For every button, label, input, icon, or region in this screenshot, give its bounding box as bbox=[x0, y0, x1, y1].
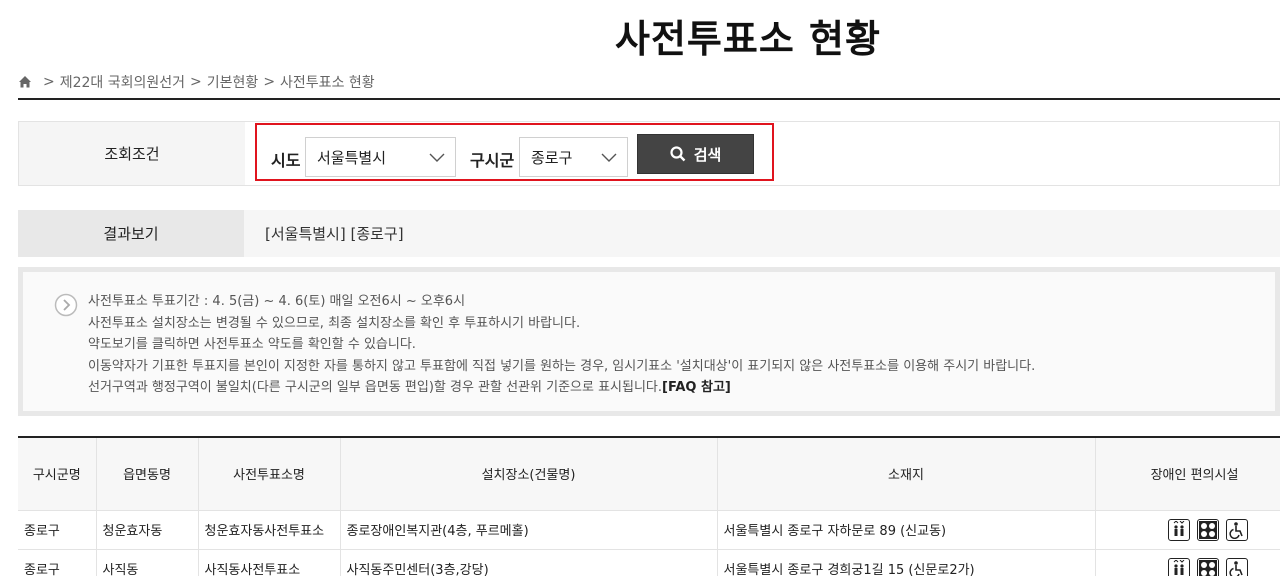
sido-select[interactable]: 서울특별시 bbox=[305, 137, 456, 177]
cell-dong: 청운효자동 bbox=[96, 510, 199, 550]
cell-facilities bbox=[1095, 549, 1280, 576]
sido-label: 시도 bbox=[271, 151, 301, 170]
cell-sigungu: 종로구 bbox=[18, 510, 97, 550]
cell-station: 사직동사전투표소 bbox=[198, 549, 341, 576]
wheelchair-icon bbox=[1225, 518, 1248, 541]
elevator-icon bbox=[1167, 557, 1190, 576]
cell-address: 서울특별시 종로구 경희궁1길 15 (신문로2가) bbox=[717, 549, 1096, 576]
polling-station-table: 구시군명 읍면동명 사전투표소명 설치장소(건물명) 소재지 장애인 편의시설 … bbox=[18, 436, 1280, 576]
cell-sigungu: 종로구 bbox=[18, 549, 97, 576]
chevron-down-icon bbox=[601, 153, 617, 162]
table-row: 종로구 사직동 사직동사전투표소 사직동주민센터(3층,강당) 서울특별시 종로… bbox=[18, 549, 1280, 576]
page-title: 사전투표소 현황 bbox=[615, 17, 881, 61]
home-icon[interactable] bbox=[18, 75, 32, 89]
header-station: 사전투표소명 bbox=[198, 436, 341, 511]
header-facilities: 장애인 편의시설 bbox=[1095, 436, 1280, 511]
table-header-row: 구시군명 읍면동명 사전투표소명 설치장소(건물명) 소재지 장애인 편의시설 bbox=[18, 436, 1280, 511]
search-panel: 조회조건 시도 서울특별시 구시군 종로구 검색 bbox=[18, 121, 1280, 186]
sigungu-select[interactable]: 종로구 bbox=[519, 137, 628, 177]
header-dong: 읍면동명 bbox=[96, 436, 199, 511]
cell-address: 서울특별시 종로구 자하문로 89 (신교동) bbox=[717, 510, 1096, 550]
chevron-down-icon bbox=[429, 153, 445, 162]
breadcrumb-separator: > bbox=[190, 74, 202, 90]
search-icon bbox=[670, 146, 686, 162]
search-button[interactable]: 검색 bbox=[637, 134, 754, 174]
result-label: 결과보기 bbox=[18, 210, 244, 257]
cell-dong: 사직동 bbox=[96, 549, 199, 576]
table-row: 종로구 청운효자동 청운효자동사전투표소 종로장애인복지관(4층, 푸르메홀) … bbox=[18, 510, 1280, 550]
braille-icon bbox=[1196, 518, 1219, 541]
title-divider bbox=[18, 98, 1280, 100]
header-place: 설치장소(건물명) bbox=[340, 436, 718, 511]
header-sigungu: 구시군명 bbox=[18, 436, 97, 511]
notice-box: 사전투표소 투표기간 : 4. 5(금) ~ 4. 6(토) 매일 오전6시 ~… bbox=[18, 267, 1280, 416]
cell-station: 청운효자동사전투표소 bbox=[198, 510, 341, 550]
search-button-label: 검색 bbox=[693, 145, 722, 164]
notice-line-district: 선거구역과 행정구역이 불일치(다른 구시군의 일부 읍면동 편입)할 경우 관… bbox=[88, 377, 1035, 399]
sigungu-select-value: 종로구 bbox=[531, 148, 573, 167]
notice-line-map: 약도보기를 클릭하면 사전투표소 약도를 확인할 수 있습니다. bbox=[88, 337, 416, 352]
breadcrumb-item-election[interactable]: 제22대 국회의원선거 bbox=[60, 72, 185, 92]
notice-line-change: 사전투표소 설치장소는 변경될 수 있으므로, 최종 설치장소를 확인 후 투표… bbox=[88, 315, 581, 331]
search-highlight-box: 시도 서울특별시 구시군 종로구 검색 bbox=[255, 123, 774, 181]
notice-text: 사전투표소 투표기간 : 4. 5(금) ~ 4. 6(토) 매일 오전6시 ~… bbox=[88, 291, 1035, 399]
sido-select-value: 서울특별시 bbox=[317, 148, 387, 167]
notice-line-period: 사전투표소 투표기간 : 4. 5(금) ~ 4. 6(토) 매일 오전6시 ~… bbox=[88, 294, 466, 309]
braille-icon bbox=[1196, 557, 1219, 576]
notice-line-mobility: 이동약자가 기표한 투표지를 본인이 지정한 자를 통하지 않고 투표함에 직접… bbox=[88, 358, 1036, 374]
breadcrumb-separator: > bbox=[43, 74, 55, 90]
faq-link[interactable]: [FAQ 참고] bbox=[662, 380, 731, 395]
search-condition-label: 조회조건 bbox=[19, 122, 245, 185]
wheelchair-icon bbox=[1225, 557, 1248, 576]
result-value: [서울특별시] [종로구] bbox=[244, 210, 1280, 257]
header-address: 소재지 bbox=[717, 436, 1096, 511]
sigungu-label: 구시군 bbox=[470, 151, 515, 170]
breadcrumb-separator: > bbox=[263, 74, 276, 90]
breadcrumb-item-current: 사전투표소 현황 bbox=[280, 75, 375, 91]
breadcrumb-item-basic[interactable]: 기본현황 bbox=[207, 72, 259, 92]
chevron-right-circle-icon bbox=[54, 293, 78, 317]
elevator-icon bbox=[1167, 518, 1190, 541]
breadcrumb: > 제22대 국회의원선거 > 기본현황 > 사전투표소 현황 bbox=[18, 72, 375, 92]
cell-place[interactable]: 사직동주민센터(3층,강당) bbox=[340, 549, 718, 576]
cell-facilities bbox=[1095, 510, 1280, 550]
cell-place[interactable]: 종로장애인복지관(4층, 푸르메홀) bbox=[340, 510, 718, 550]
notice-line-district-text: 선거구역과 행정구역이 불일치(다른 구시군의 일부 읍면동 편입)할 경우 관… bbox=[88, 380, 663, 395]
